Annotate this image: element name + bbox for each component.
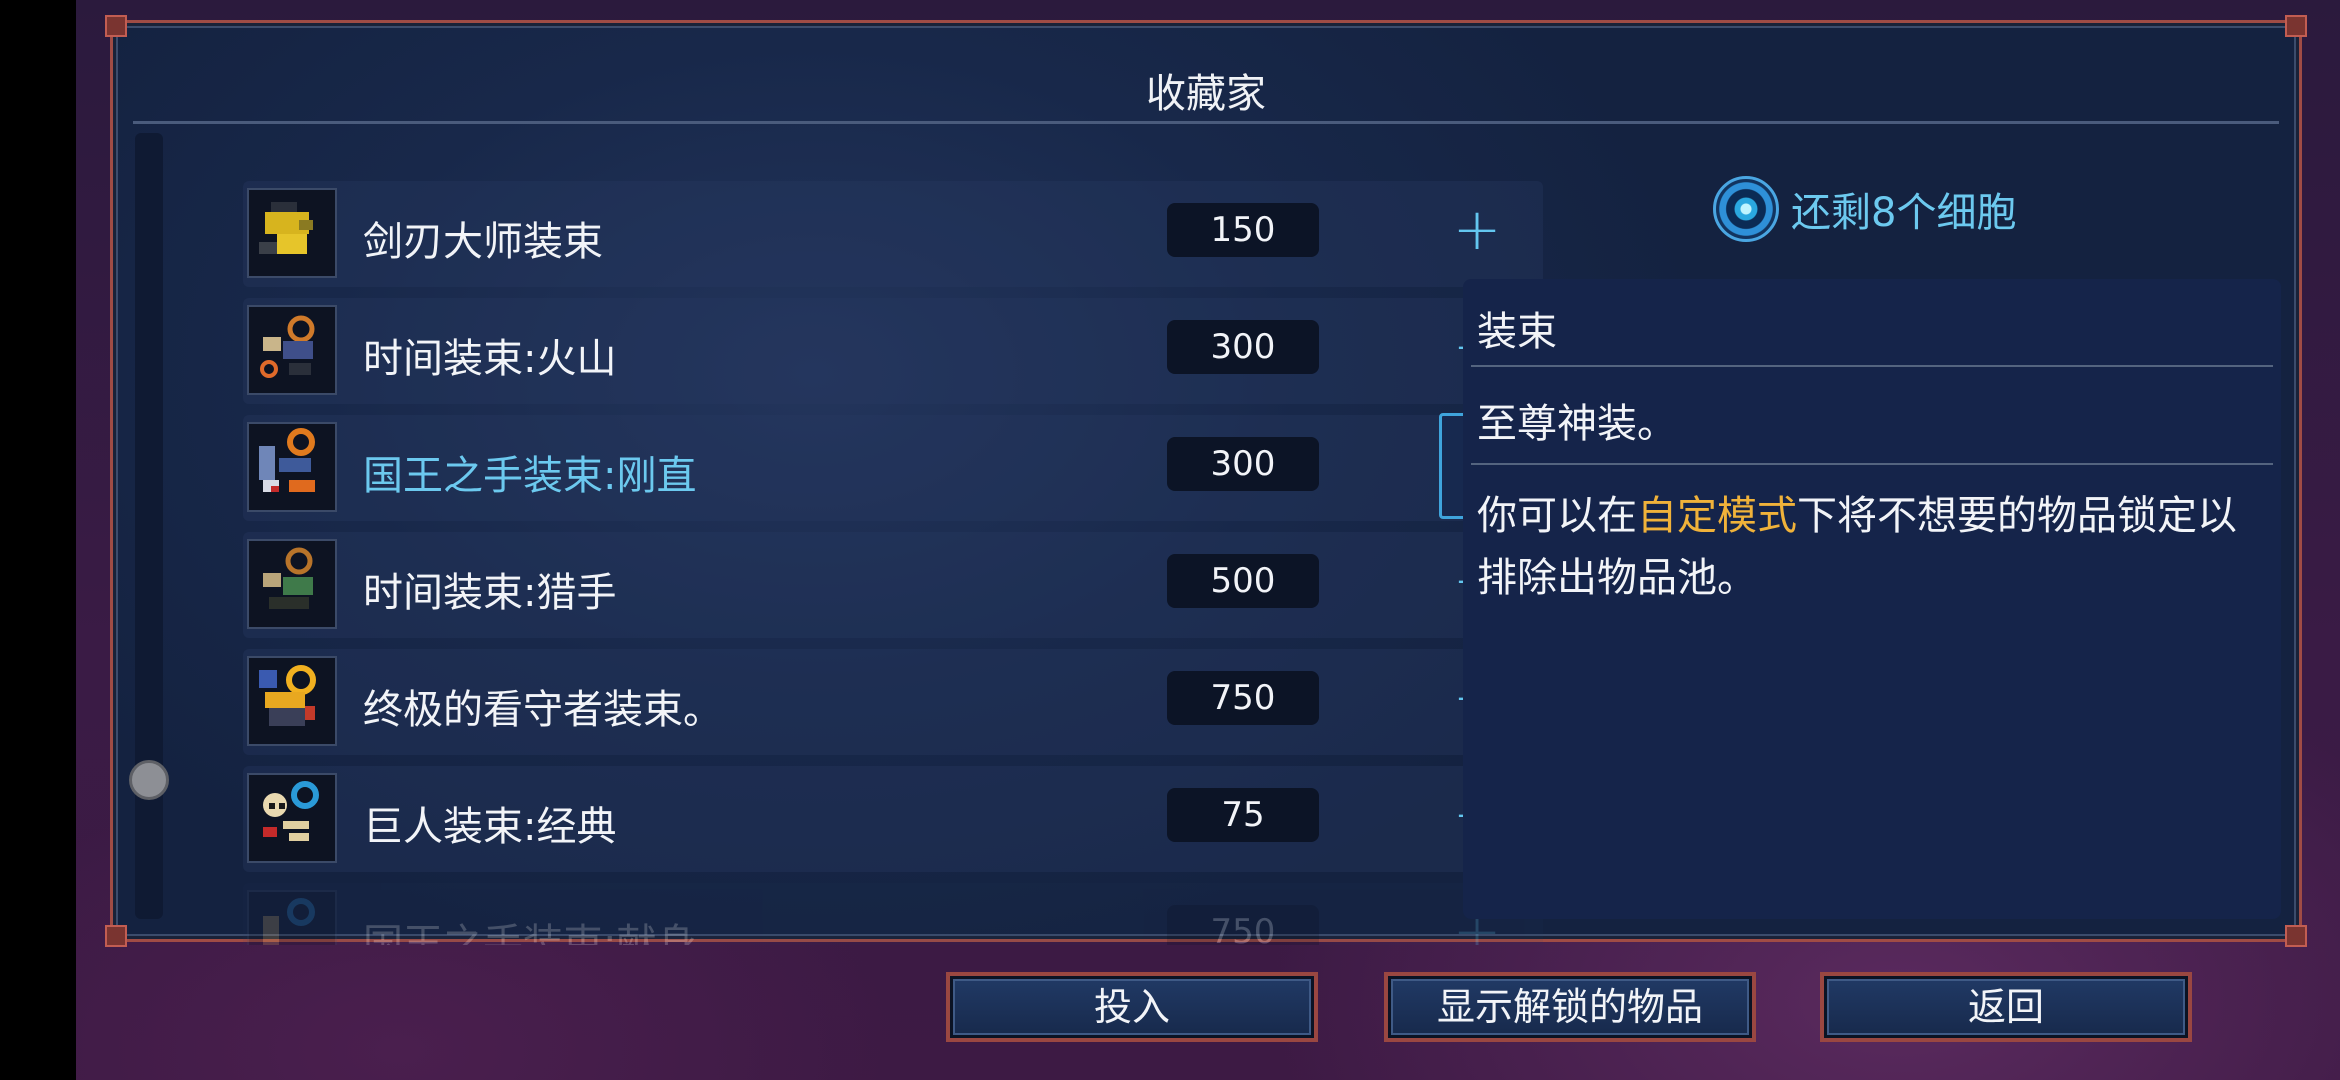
outfit-icon [247, 656, 337, 746]
item-row[interactable]: 时间装束:火山 300 + [243, 298, 1543, 404]
outfit-icon [247, 188, 337, 278]
left-black-bar [0, 0, 76, 1080]
item-price: 750 [1167, 671, 1319, 725]
item-list: 剑刃大师装束 150 + 时间装束:火山 300 + [243, 159, 1555, 945]
details-body: 你可以在自定模式下将不想要的物品锁定以排除出物品池。 [1477, 485, 2267, 609]
item-row[interactable]: 时间装束:猎手 500 + [243, 532, 1543, 638]
item-price: 500 [1167, 554, 1319, 608]
item-price: 150 [1167, 203, 1319, 257]
item-row[interactable]: 剑刃大师装束 150 + [243, 181, 1543, 287]
details-subtitle: 至尊神装。 [1477, 401, 1677, 447]
details-divider [1471, 463, 2273, 465]
item-price: 75 [1167, 788, 1319, 842]
custom-mode-highlight: 自定模式 [1637, 493, 1797, 539]
panel-corner [105, 925, 127, 947]
outfit-icon [247, 890, 337, 945]
panel-title: 收藏家 [1146, 71, 1266, 117]
outfit-icon [247, 539, 337, 629]
item-name: 时间装束:火山 [363, 336, 617, 382]
outfit-icon [247, 422, 337, 512]
item-row[interactable]: 国王之手装束:献身 750 + [243, 883, 1543, 945]
item-price: 300 [1167, 320, 1319, 374]
back-button[interactable]: 返回 [1820, 972, 2192, 1042]
invest-button[interactable]: 投入 [946, 972, 1318, 1042]
item-name: 国王之手装束:献身 [363, 921, 697, 945]
show-unlocked-button[interactable]: 显示解锁的物品 [1384, 972, 1756, 1042]
cells-remaining-text: 还剩8个细胞 [1791, 190, 2017, 236]
panel-corner [2285, 15, 2307, 37]
item-price: 300 [1167, 437, 1319, 491]
item-price: 750 [1167, 905, 1319, 945]
details-body-prefix: 你可以在 [1477, 493, 1637, 539]
outfit-icon [247, 305, 337, 395]
item-name: 巨人装束:经典 [363, 804, 617, 850]
panel-corner [2285, 925, 2307, 947]
item-name: 时间装束:猎手 [363, 570, 617, 616]
scrollbar-track[interactable] [135, 133, 163, 919]
scrollbar-thumb[interactable] [129, 760, 169, 800]
title-divider [133, 121, 2279, 124]
item-name: 剑刃大师装束 [363, 219, 603, 265]
cells-counter: 还剩8个细胞 [1713, 169, 2016, 249]
panel-corner [105, 15, 127, 37]
item-row[interactable]: 终极的看守者装束。 750 + [243, 649, 1543, 755]
outfit-icon [247, 773, 337, 863]
cell-icon [1713, 176, 1779, 242]
details-divider [1471, 365, 2273, 367]
details-category: 装束 [1477, 309, 1557, 355]
collector-panel: 收藏家 剑刃大师装束 150 + 时间装束:火山 300 国王之手装束:刚直 3… [105, 15, 2307, 947]
item-name: 终极的看守者装束。 [363, 687, 723, 733]
add-icon[interactable]: + [1445, 199, 1509, 263]
item-name: 国王之手装束:刚直 [363, 453, 697, 499]
details-panel: 装束 至尊神装。 你可以在自定模式下将不想要的物品锁定以排除出物品池。 [1463, 279, 2281, 919]
item-row-selected[interactable]: 国王之手装束:刚直 300 + [243, 413, 1543, 521]
item-row[interactable]: 巨人装束:经典 75 + [243, 766, 1543, 872]
